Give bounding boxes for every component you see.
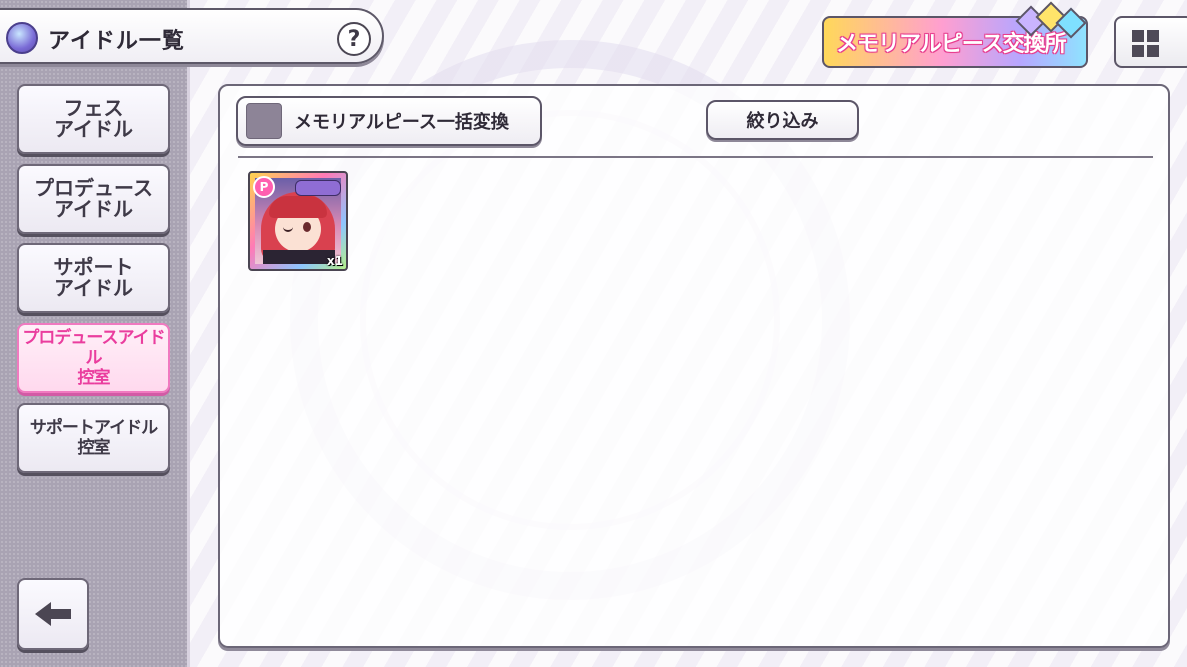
help-button[interactable]: ? [337,22,371,56]
sidebar-item-produce-idol[interactable]: プロデュース アイドル [17,164,170,234]
sidebar-item-produce-idol-waiting-room[interactable]: プロデュースアイドル 控室 [17,323,170,393]
idol-emblem-icon [6,22,38,54]
filter-button[interactable]: 絞り込み [706,100,859,140]
grid-view-icon [1132,30,1160,58]
sidebar: フェス アイドル プロデュース アイドル サポート アイドル プロデュースアイド… [0,0,190,667]
grid-view-button[interactable] [1114,16,1187,68]
sidebar-item-support-idol-waiting-room[interactable]: サポートアイドル 控室 [17,403,170,473]
bulk-convert-button[interactable]: メモリアルピース一括変換 [236,96,542,146]
bulk-convert-checkbox[interactable] [246,103,282,139]
card-count: x1 [326,254,343,268]
page-title: アイドル一覧 [48,29,185,54]
arrow-left-icon [35,602,71,626]
sidebar-item-fes-idol[interactable]: フェス アイドル [17,84,170,154]
back-button[interactable] [17,578,89,650]
question-icon: ? [347,26,361,52]
divider [238,156,1153,158]
title-bar: アイドル一覧 ? [0,8,384,64]
produce-badge-icon: P [253,176,275,198]
sidebar-item-support-idol[interactable]: サポート アイドル [17,243,170,313]
main-panel [218,84,1170,648]
bulk-convert-label: メモリアルピース一括変換 [294,112,509,133]
idol-card[interactable]: P x1 [248,171,348,271]
memorial-piece-exchange-button[interactable]: メモリアルピース交換所 [822,1,1088,68]
